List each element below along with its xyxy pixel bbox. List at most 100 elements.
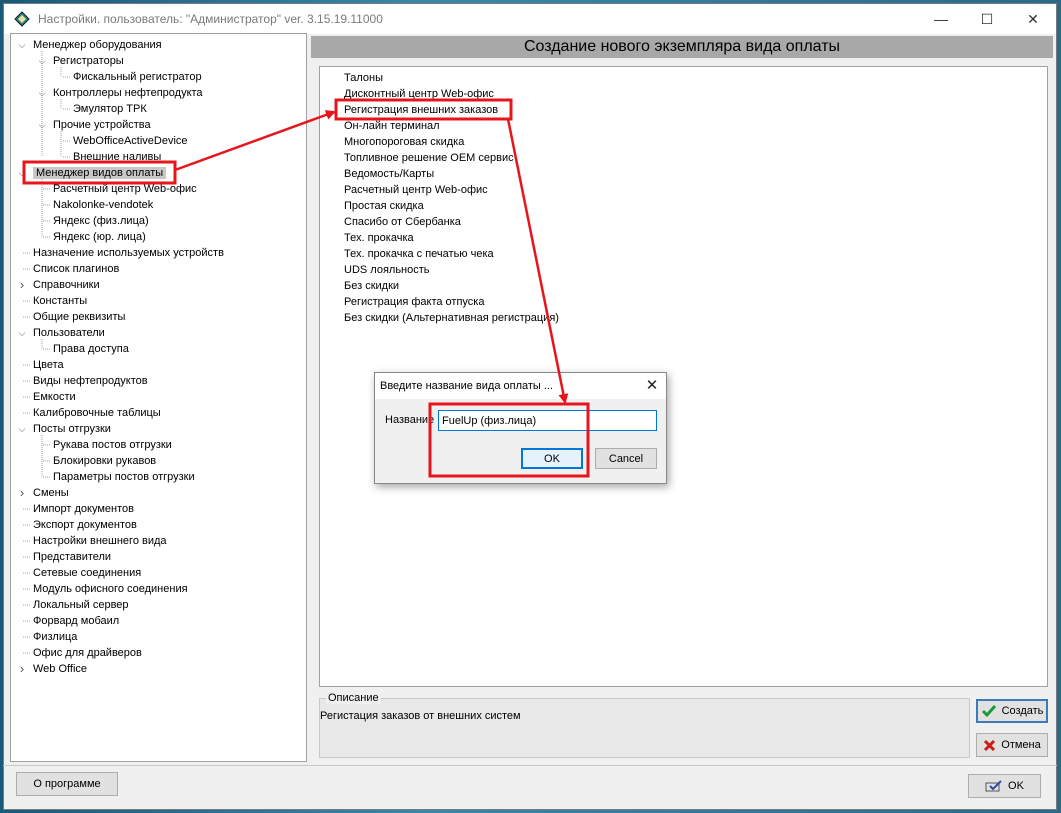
tree-item[interactable]: Список плагинов [33, 261, 119, 277]
payment-type-item[interactable]: Дисконтный центр Web-офис [344, 86, 494, 102]
tree-item-label: Web Office [33, 663, 88, 675]
tree-item[interactable]: Пользователи [33, 325, 105, 341]
tree-item[interactable]: Nakolonke-vendotek [53, 197, 153, 213]
tree-item-label: Nakolonke-vendotek [53, 199, 154, 211]
tree-item[interactable]: Локальный сервер [33, 597, 129, 613]
payment-type-item[interactable]: Расчетный центр Web-офис [344, 182, 488, 198]
tree-item[interactable]: Импорт документов [33, 501, 134, 517]
payment-type-item[interactable]: UDS лояльность [344, 262, 430, 278]
tree-item[interactable]: Прочие устройства [53, 117, 151, 133]
payment-type-item[interactable]: Топливное решение OEM сервис [344, 150, 514, 166]
payment-type-item[interactable]: Без скидки [344, 278, 399, 294]
payment-type-item[interactable]: Простая скидка [344, 198, 424, 214]
tree-item-label: Внешние наливы [73, 151, 162, 163]
tree-item[interactable]: Физлица [33, 629, 77, 645]
tree-item[interactable]: Представители [33, 549, 111, 565]
payment-type-item[interactable]: Он-лайн терминал [344, 118, 440, 134]
maximize-button[interactable]: ☐ [964, 4, 1010, 34]
ok-button[interactable]: OK [968, 774, 1041, 798]
tree-item[interactable]: Калибровочные таблицы [33, 405, 161, 421]
payment-type-item[interactable]: Тех. прокачка с печатью чека [344, 246, 494, 262]
tree-item[interactable]: Модуль офисного соединения [33, 581, 188, 597]
payment-type-item[interactable]: Регистрация внешних заказов [344, 102, 498, 118]
chevron-down-icon[interactable]: ⌵ [17, 421, 27, 437]
tree-item-label: Блокировки рукавов [53, 455, 157, 467]
tree-item-label: Права доступа [53, 343, 129, 355]
tree-item[interactable]: Назначение используемых устройств [33, 245, 224, 261]
tree-item-label: Яндекс (физ.лица) [53, 215, 149, 227]
chevron-down-icon[interactable]: ⌵ [17, 165, 27, 181]
tree-item[interactable]: Общие реквизиты [33, 309, 125, 325]
tree-item[interactable]: Параметры постов отгрузки [53, 469, 195, 485]
name-input[interactable] [438, 410, 657, 431]
tree-item[interactable]: Регистраторы [53, 53, 124, 69]
tree-item[interactable]: Сетевые соединения [33, 565, 141, 581]
chevron-down-icon[interactable]: ⌵ [37, 117, 47, 133]
tree-item-label: Виды нефтепродуктов [33, 375, 148, 387]
tree-item[interactable]: Web Office [33, 661, 87, 677]
tree-item[interactable]: Офис для драйверов [33, 645, 142, 661]
tree-item[interactable]: Контроллеры нефтепродукта [53, 85, 203, 101]
tree-item[interactable]: Яндекс (юр. лица) [53, 229, 146, 245]
tree-item[interactable]: Менеджер оборудования [33, 37, 162, 53]
cancel-button-label: Отмена [1001, 739, 1041, 751]
payment-type-item[interactable]: Талоны [344, 70, 383, 86]
tree-item[interactable]: Фискальный регистратор [73, 69, 202, 85]
dialog-titlebar: Введите название вида оплаты ... ✕ [375, 373, 666, 399]
tree-item[interactable]: Рукава постов отгрузки [53, 437, 172, 453]
tree-item[interactable]: Цвета [33, 357, 64, 373]
tree-item[interactable]: Эмулятор ТРК [73, 101, 147, 117]
tree-item-label: Регистраторы [53, 55, 124, 67]
payment-type-item[interactable]: Регистрация факта отпуска [344, 294, 484, 310]
tree-item[interactable]: Константы [33, 293, 87, 309]
tree-item-label: Справочники [33, 279, 100, 291]
tree-item[interactable]: Блокировки рукавов [53, 453, 156, 469]
about-button[interactable]: О программе [16, 772, 118, 796]
payment-type-item[interactable]: Ведомость/Карты [344, 166, 434, 182]
tree-item[interactable]: Экспорт документов [33, 517, 137, 533]
chevron-down-icon[interactable]: ⌵ [17, 37, 27, 53]
payment-type-item[interactable]: Многопороговая скидка [344, 134, 464, 150]
minimize-icon: — [934, 11, 948, 27]
tree-item[interactable]: Виды нефтепродуктов [33, 373, 148, 389]
chevron-right-icon[interactable]: › [17, 277, 27, 293]
tree-item[interactable]: Расчетный центр Web-офис [53, 181, 197, 197]
chevron-right-icon[interactable]: › [17, 661, 27, 677]
maximize-icon: ☐ [980, 10, 994, 27]
tree-item[interactable]: Яндекс (физ.лица) [53, 213, 149, 229]
tree-item[interactable]: Внешние наливы [73, 149, 161, 165]
cancel-button[interactable]: Отмена [976, 733, 1048, 757]
tree-item-label: Менеджер оборудования [33, 39, 162, 51]
description-group: Описание Регистация заказов от внешних с… [319, 692, 970, 758]
tree-item[interactable]: Права доступа [53, 341, 129, 357]
tree-item[interactable]: Смены [33, 485, 69, 501]
tree-item[interactable]: Форвард мобаил [33, 613, 119, 629]
dialog-cancel-button[interactable]: Cancel [595, 448, 657, 469]
tree-item[interactable]: Менеджер видов оплаты [33, 165, 167, 181]
chevron-down-icon[interactable]: ⌵ [37, 53, 47, 69]
tree-item[interactable]: Посты отгрузки [33, 421, 111, 437]
tree-item-label: Форвард мобаил [33, 615, 120, 627]
close-button[interactable]: ✕ [1010, 4, 1056, 34]
tree-item[interactable]: Справочники [33, 277, 100, 293]
tree-item[interactable]: Настройки внешнего вида [33, 533, 167, 549]
settings-tree[interactable]: Менеджер оборудования ⌵ Регистраторы ⌵ Фиска… [10, 33, 307, 762]
minimize-button[interactable]: — [918, 4, 964, 34]
dialog-ok-button[interactable]: OK [521, 448, 583, 469]
payment-type-item[interactable]: Тех. прокачка [344, 230, 414, 246]
tree-item-label: Офис для драйверов [33, 647, 142, 659]
chevron-down-icon[interactable]: ⌵ [37, 85, 47, 101]
payment-type-item[interactable]: Без скидки (Альтернативная регистрация) [344, 310, 559, 326]
tree-item-label: Менеджер видов оплаты [33, 167, 167, 179]
tree-item[interactable]: Емкости [33, 389, 76, 405]
tree-item-label: Цвета [33, 359, 64, 371]
chevron-right-icon[interactable]: › [17, 485, 27, 501]
dialog-close-icon[interactable]: ✕ [641, 376, 663, 396]
tree-item-label: Калибровочные таблицы [33, 407, 161, 419]
payment-type-item[interactable]: Спасибо от Сбербанка [344, 214, 461, 230]
create-button[interactable]: Создать [976, 699, 1048, 723]
chevron-down-icon[interactable]: ⌵ [17, 325, 27, 341]
close-icon: ✕ [1027, 10, 1039, 27]
tree-item[interactable]: WebOfficeActiveDevice [73, 133, 188, 149]
description-text: Регистация заказов от внешних систем [320, 710, 521, 722]
